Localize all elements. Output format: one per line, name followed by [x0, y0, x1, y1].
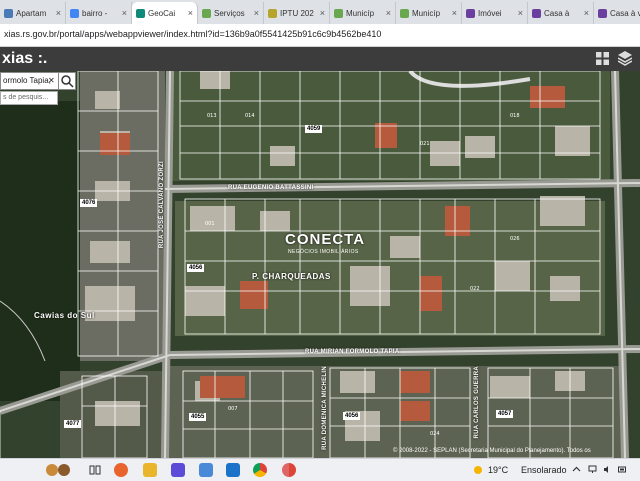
- volume-icon[interactable]: [603, 465, 612, 474]
- browser-tab-strip: Apartam × bairro - × GeoCai × Serviços × IPTU 20…: [0, 0, 640, 24]
- tab-label: IPTU 202: [280, 8, 314, 18]
- browser-tab[interactable]: Serviços ×: [198, 2, 264, 24]
- clear-search-icon[interactable]: ✕: [48, 76, 55, 85]
- tab-favicon-icon: [532, 8, 541, 18]
- chrome-icon[interactable]: [253, 463, 267, 477]
- block-label: 4056: [343, 412, 361, 420]
- street-label-miriam: RUA MIRIAN FORMOLO TAPIA: [305, 349, 400, 355]
- block-label: 4055: [189, 413, 207, 421]
- taskview-icon[interactable]: [88, 463, 102, 477]
- tab-favicon-icon: [4, 8, 13, 18]
- block-label: 4076: [80, 199, 98, 207]
- district-label-cawias: Cawias do Sul: [34, 311, 95, 320]
- search-icon: [61, 75, 74, 88]
- lot-label: 021: [420, 141, 430, 147]
- firefox-icon[interactable]: [114, 463, 128, 477]
- widgets-icon[interactable]: [44, 463, 74, 477]
- block-label: 4056: [187, 264, 205, 272]
- tab-label: Serviços: [214, 8, 245, 18]
- search-button[interactable]: [58, 72, 76, 90]
- url-text[interactable]: xias.rs.gov.br/portal/apps/webappviewer/…: [4, 29, 381, 39]
- lot-label: 026: [510, 236, 520, 242]
- browser-tab[interactable]: Casa à ×: [528, 2, 594, 24]
- app-header: xias :.: [0, 47, 640, 71]
- tab-favicon-icon: [136, 8, 145, 18]
- tab-close-icon[interactable]: ×: [122, 8, 127, 18]
- browser-tab[interactable]: Municíp ×: [330, 2, 396, 24]
- browser-tab[interactable]: Casa à v×: [594, 2, 640, 24]
- battery-icon[interactable]: [618, 465, 627, 474]
- block-label: 4059: [305, 125, 323, 133]
- tab-label: Municíp: [346, 8, 375, 18]
- layers-icon[interactable]: [618, 51, 632, 66]
- lot-label: 014: [245, 113, 255, 119]
- tab-close-icon[interactable]: ×: [254, 8, 259, 18]
- tab-label: bairro -: [82, 8, 108, 18]
- map-view[interactable]: 013 014 021 018 001 022 026 007 024 RUA …: [0, 71, 640, 458]
- lot-label: 018: [510, 113, 520, 119]
- tab-favicon-icon: [466, 8, 475, 18]
- file-explorer-icon[interactable]: [143, 463, 157, 477]
- search-suggestion[interactable]: s de pesquis...: [0, 91, 58, 105]
- block-label: 4077: [64, 420, 82, 428]
- app-title: xias :.: [2, 50, 48, 67]
- tab-close-icon[interactable]: ×: [452, 8, 457, 18]
- browser-tab[interactable]: Municíp ×: [396, 2, 462, 24]
- district-label-charqueadas: P. CHARQUEADAS: [252, 272, 331, 281]
- tab-label: GeoCai: [148, 8, 176, 18]
- tab-favicon-icon: [70, 8, 79, 18]
- tab-close-icon[interactable]: ×: [584, 8, 589, 18]
- vs-icon[interactable]: [171, 463, 185, 477]
- search-value: ormolo Tapia,: [3, 76, 51, 85]
- tab-label: Apartam: [16, 8, 47, 18]
- tab-label: Municíp: [412, 8, 441, 18]
- street-label-jose: RUA JOSÉ CALVANO ZORZI: [159, 161, 165, 249]
- tab-close-icon[interactable]: ×: [386, 8, 391, 18]
- conecta-logo: CONECTA NEGÓCIOS IMOBILIÁRIOS: [283, 229, 364, 259]
- lot-label: 013: [207, 113, 217, 119]
- tab-label: Imóvei: [478, 8, 502, 18]
- street-label-domenica: RUA DOMENICA MICHELIN: [322, 366, 328, 450]
- chrome-profile-icon[interactable]: [282, 463, 296, 477]
- network-icon[interactable]: [588, 465, 597, 474]
- tab-close-icon[interactable]: ×: [518, 8, 523, 18]
- browser-tab[interactable]: bairro - ×: [66, 2, 132, 24]
- weather-condition[interactable]: Ensolarado: [521, 465, 567, 475]
- street-label-eugenio: RUA EUGENIO BATTASSINI: [228, 185, 314, 191]
- sun-icon: [474, 466, 482, 474]
- tab-close-icon[interactable]: ×: [320, 8, 325, 18]
- windows-taskbar: 19°C Ensolarado: [0, 458, 640, 481]
- street-label-carlos: RUA CARLOS GUERRA: [474, 366, 480, 439]
- mail-icon[interactable]: [199, 463, 213, 477]
- map-attribution: © 2008-2022 - SEPLAN (Secretaria Municip…: [393, 448, 591, 454]
- chevron-up-icon[interactable]: [572, 465, 581, 474]
- tab-close-icon[interactable]: ×: [188, 8, 193, 18]
- tab-label: Casa à: [544, 8, 570, 18]
- outlook-icon[interactable]: [226, 463, 240, 477]
- browser-tab[interactable]: Imóvei ×: [462, 2, 528, 24]
- browser-tab[interactable]: Apartam ×: [0, 2, 66, 24]
- browser-tab[interactable]: IPTU 202 ×: [264, 2, 330, 24]
- logo-name: CONECTA: [285, 231, 366, 248]
- browser-tab[interactable]: GeoCai ×: [132, 2, 198, 24]
- lot-label: 024: [430, 431, 440, 437]
- logo-tagline: NEGÓCIOS IMOBILIÁRIOS: [288, 249, 359, 255]
- tab-favicon-icon: [598, 8, 607, 18]
- lot-label: 001: [205, 221, 215, 227]
- block-label: 4057: [496, 410, 514, 418]
- tab-favicon-icon: [400, 8, 409, 18]
- grid-icon[interactable]: [596, 52, 609, 65]
- tab-favicon-icon: [268, 8, 277, 18]
- tab-favicon-icon: [202, 8, 211, 18]
- weather-temperature[interactable]: 19°C: [488, 465, 508, 475]
- lot-label: 007: [228, 406, 238, 412]
- tab-favicon-icon: [334, 8, 343, 18]
- lot-label: 022: [470, 286, 480, 292]
- tab-label: Casa à v: [610, 8, 640, 18]
- tab-close-icon[interactable]: ×: [56, 8, 61, 18]
- address-bar[interactable]: xias.rs.gov.br/portal/apps/webappviewer/…: [0, 24, 640, 47]
